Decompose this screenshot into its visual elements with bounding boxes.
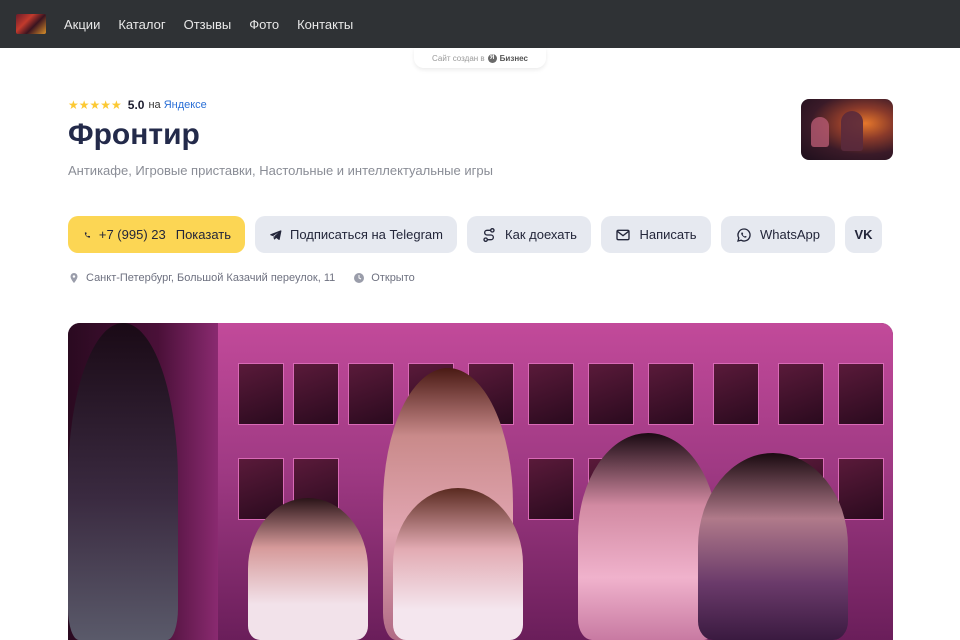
poster-image <box>838 363 884 425</box>
phone-icon <box>84 231 91 238</box>
business-brand-label: Бизнес <box>499 53 528 63</box>
whatsapp-label: WhatsApp <box>760 227 820 242</box>
action-buttons: +7 (995) 23 Показать Подписаться на Tele… <box>68 216 882 253</box>
phone-number-partial: +7 (995) 23 <box>98 227 166 242</box>
rating-value: 5.0 <box>127 98 145 112</box>
poster-image <box>528 363 574 425</box>
created-with-text: Сайт создан в <box>432 53 485 63</box>
whatsapp-icon <box>737 227 751 242</box>
business-categories: Антикафе, Игровые приставки, Настольные … <box>68 163 493 178</box>
yandex-icon: Я <box>487 53 497 63</box>
poster-image <box>838 458 884 520</box>
main-nav: Акции Каталог Отзывы Фото Контакты <box>64 17 371 32</box>
business-thumbnail[interactable] <box>801 99 893 160</box>
poster-image <box>713 363 759 425</box>
vk-button[interactable]: VK <box>845 216 882 253</box>
rating-source-link[interactable]: Яндексе <box>164 99 207 111</box>
show-phone-button[interactable]: +7 (995) 23 Показать <box>68 216 245 253</box>
subscribe-telegram-button[interactable]: Подписаться на Telegram <box>255 216 457 253</box>
location-status-row: Санкт-Петербург, Большой Казачий переуло… <box>68 272 415 284</box>
poster-image <box>648 363 694 425</box>
poster-image <box>238 363 284 425</box>
top-navbar: Акции Каталог Отзывы Фото Контакты <box>0 0 960 48</box>
poster-image <box>778 363 824 425</box>
nav-item-photos[interactable]: Фото <box>249 17 279 32</box>
poster-image <box>348 363 394 425</box>
person-figure <box>698 453 848 640</box>
nav-item-catalog[interactable]: Каталог <box>118 17 165 32</box>
hero-photo[interactable] <box>68 323 893 640</box>
write-label: Написать <box>639 227 697 242</box>
address-text[interactable]: Санкт-Петербург, Большой Казачий переуло… <box>86 272 335 284</box>
route-icon <box>483 227 495 242</box>
telegram-label: Подписаться на Telegram <box>290 227 443 242</box>
poster-image <box>588 363 634 425</box>
person-figure <box>68 323 178 640</box>
business-title: Фронтир <box>68 118 200 151</box>
nav-item-contacts[interactable]: Контакты <box>297 17 353 32</box>
telegram-icon <box>270 229 282 240</box>
site-logo[interactable] <box>16 14 46 34</box>
directions-button[interactable]: Как доехать <box>467 216 591 253</box>
person-figure <box>393 488 523 640</box>
whatsapp-button[interactable]: WhatsApp <box>721 216 835 253</box>
nav-item-reviews[interactable]: Отзывы <box>184 17 232 32</box>
mail-icon <box>616 229 631 240</box>
nav-item-promotions[interactable]: Акции <box>64 17 100 32</box>
person-figure <box>248 498 368 640</box>
rating-row: ★★★★★ 5.0 на Яндексе <box>68 98 207 112</box>
directions-label: Как доехать <box>505 227 577 242</box>
created-with-badge[interactable]: Сайт создан в Я Бизнес <box>414 48 546 68</box>
rating-on-label: на <box>148 99 161 111</box>
poster-image <box>293 363 339 425</box>
open-status: Открыто <box>371 272 415 284</box>
show-phone-label: Показать <box>175 227 231 242</box>
location-pin-icon <box>70 273 78 283</box>
person-figure <box>578 433 718 640</box>
clock-icon <box>354 273 365 283</box>
write-message-button[interactable]: Написать <box>601 216 711 253</box>
vk-icon: VK <box>854 227 873 242</box>
rating-stars-icon: ★★★★★ <box>68 98 122 112</box>
poster-image <box>528 458 574 520</box>
